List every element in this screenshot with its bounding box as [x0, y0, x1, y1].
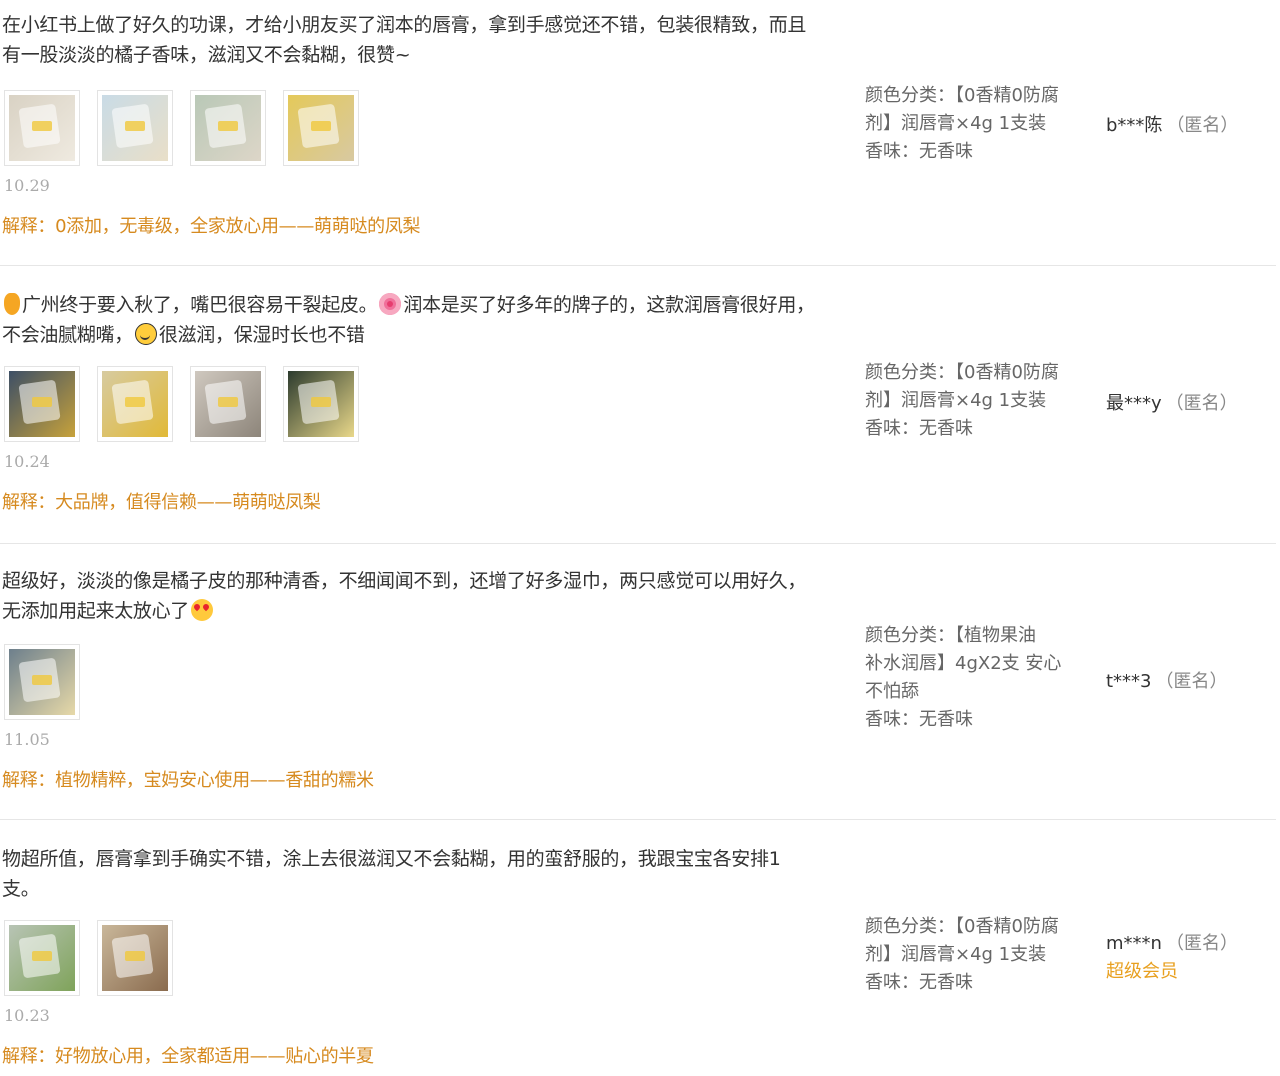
review-photo-thumbnail[interactable] — [190, 366, 266, 442]
anonymous-tag: （匿名） — [1165, 393, 1238, 414]
reviewer-nickname[interactable]: b***陈 — [1106, 115, 1162, 136]
sku-line: 颜色分类：【植物果油 — [865, 625, 1036, 646]
review-text-segment: 物超所值，唇膏拿到手确实不错，涂上去很滋润又不会黏糊，用的蛮舒服的，我跟宝宝各安… — [2, 848, 781, 900]
review-photo-thumbnail[interactable] — [4, 90, 80, 166]
flower-emoji-icon — [379, 293, 402, 315]
sku-info: 颜色分类：【植物果油 补水润唇】4gX2支 安心 不怕舔 香味：无香味 — [865, 622, 1090, 734]
review-text: 超级好，淡淡的像是橘子皮的那种清香，不细闻闻不到，还增了好多湿巾，两只感觉可以用… — [2, 566, 817, 626]
review-photos — [4, 90, 359, 166]
photo-lipbalm-table-icon — [9, 649, 75, 715]
sku-line: 颜色分类：【0香精0防腐 — [865, 85, 1059, 106]
review-text-segment: 在小红书上做了好久的功课，才给小朋友买了润本的唇膏，拿到手感觉还不错，包装很精致… — [2, 14, 807, 66]
review-text-segment: 很滋润，保湿时长也不错 — [158, 324, 365, 346]
review-photos — [4, 644, 80, 720]
review-text: 广州终于要入秋了，嘴巴很容易干裂起皮。 润本是买了好多年的牌子的，这款润唇膏很好用… — [2, 290, 817, 350]
sku-info: 颜色分类：【0香精0防腐 剂】润唇膏×4g 1支装 香味：无香味 — [865, 359, 1090, 443]
sku-line: 补水润唇】4gX2支 安心 — [865, 653, 1062, 674]
reviewer-nickname[interactable]: t***3 — [1106, 671, 1152, 692]
photo-child-using-lipbalm-icon — [102, 925, 168, 991]
sku-line: 颜色分类：【0香精0防腐 — [865, 916, 1059, 937]
review-text-segment: 超级好，淡淡的像是橘子皮的那种清香，不细闻闻不到，还增了好多湿巾，两只感觉可以用… — [2, 570, 807, 622]
review-photos — [4, 366, 359, 442]
sku-line: 香味：无香味 — [865, 418, 973, 439]
review-date: 10.29 — [4, 176, 50, 195]
review-item: 超级好，淡淡的像是橘子皮的那种清香，不细闻闻不到，还增了好多湿巾，两只感觉可以用… — [0, 544, 1276, 820]
sku-line: 香味：无香味 — [865, 709, 973, 730]
sku-info: 颜色分类：【0香精0防腐 剂】润唇膏×4g 1支装 香味：无香味 — [865, 82, 1090, 166]
review-text: 物超所值，唇膏拿到手确实不错，涂上去很滋润又不会黏糊，用的蛮舒服的，我跟宝宝各安… — [2, 844, 817, 904]
review-photo-thumbnail[interactable] — [97, 920, 173, 996]
anonymous-tag: （匿名） — [1166, 115, 1239, 136]
photo-lipbalm-box-dark-icon — [288, 371, 354, 437]
sku-line: 剂】润唇膏×4g 1支装 — [865, 390, 1047, 411]
photo-lipbalm-box-hand-icon — [102, 95, 168, 161]
vip-badge: 超级会员 — [1106, 961, 1178, 982]
review-photo-thumbnail[interactable] — [4, 644, 80, 720]
review-item: 在小红书上做了好久的功课，才给小朋友买了润本的唇膏，拿到手感觉还不错，包装很精致… — [0, 0, 1276, 266]
reviewer-nickname[interactable]: 最***y — [1106, 393, 1162, 414]
heart-eyes-emoji-icon — [191, 599, 214, 621]
photo-lipbalm-desk-icon — [9, 371, 75, 437]
sku-line: 不怕舔 — [865, 681, 919, 702]
reviewer: m***n （匿名） 超级会员 — [1106, 930, 1238, 986]
seller-reply: 解释：植物精粹，宝妈安心使用——香甜的糯米 — [2, 770, 374, 791]
fist-emoji-icon — [4, 293, 20, 315]
review-item: 物超所值，唇膏拿到手确实不错，涂上去很滋润又不会黏糊，用的蛮舒服的，我跟宝宝各安… — [0, 820, 1276, 1076]
review-photo-thumbnail[interactable] — [4, 366, 80, 442]
photo-lipbalm-hand-icon — [195, 371, 261, 437]
review-text-segment: 广州终于要入秋了，嘴巴很容易干裂起皮。 — [22, 294, 378, 316]
review-photo-thumbnail[interactable] — [97, 90, 173, 166]
photo-lipbalm-package-icon — [102, 371, 168, 437]
anonymous-tag: （匿名） — [1165, 933, 1238, 954]
review-photo-thumbnail[interactable] — [190, 90, 266, 166]
reviewer: t***3 （匿名） — [1106, 668, 1228, 696]
photo-lipbalm-box-hand-2-icon — [195, 95, 261, 161]
reviewer: 最***y （匿名） — [1106, 390, 1238, 418]
seller-reply: 解释：好物放心用，全家都适用——贴心的半夏 — [2, 1046, 374, 1067]
review-text: 在小红书上做了好久的功课，才给小朋友买了润本的唇膏，拿到手感觉还不错，包装很精致… — [2, 10, 817, 70]
review-photos — [4, 920, 173, 996]
sku-line: 香味：无香味 — [865, 141, 973, 162]
review-list: 在小红书上做了好久的功课，才给小朋友买了润本的唇膏，拿到手感觉还不错，包装很精致… — [0, 0, 1280, 1076]
review-photo-thumbnail[interactable] — [97, 366, 173, 442]
reviewer: b***陈 （匿名） — [1106, 112, 1238, 140]
reviewer-nickname[interactable]: m***n — [1106, 933, 1162, 954]
sku-line: 剂】润唇膏×4g 1支装 — [865, 113, 1047, 134]
review-date: 11.05 — [4, 730, 50, 749]
review-photo-thumbnail[interactable] — [283, 90, 359, 166]
review-photo-thumbnail[interactable] — [283, 366, 359, 442]
photo-lipbalm-box-yellow-icon — [288, 95, 354, 161]
review-photo-thumbnail[interactable] — [4, 920, 80, 996]
review-date: 10.23 — [4, 1006, 50, 1025]
sku-info: 颜色分类：【0香精0防腐 剂】润唇膏×4g 1支装 香味：无香味 — [865, 913, 1090, 997]
seller-reply: 解释：0添加，无毒级，全家放心用——萌萌哒的凤梨 — [2, 216, 421, 237]
photo-lipbalm-in-hand-icon — [9, 925, 75, 991]
smile-emoji-icon — [134, 323, 157, 345]
sku-line: 剂】润唇膏×4g 1支装 — [865, 944, 1047, 965]
review-item: 广州终于要入秋了，嘴巴很容易干裂起皮。 润本是买了好多年的牌子的，这款润唇膏很好用… — [0, 266, 1276, 544]
review-date: 10.24 — [4, 452, 50, 471]
sku-line: 颜色分类：【0香精0防腐 — [865, 362, 1059, 383]
seller-reply: 解释：大品牌，值得信赖——萌萌哒凤梨 — [2, 492, 321, 513]
anonymous-tag: （匿名） — [1155, 671, 1228, 692]
sku-line: 香味：无香味 — [865, 972, 973, 993]
photo-lipbalm-unboxed-icon — [9, 95, 75, 161]
